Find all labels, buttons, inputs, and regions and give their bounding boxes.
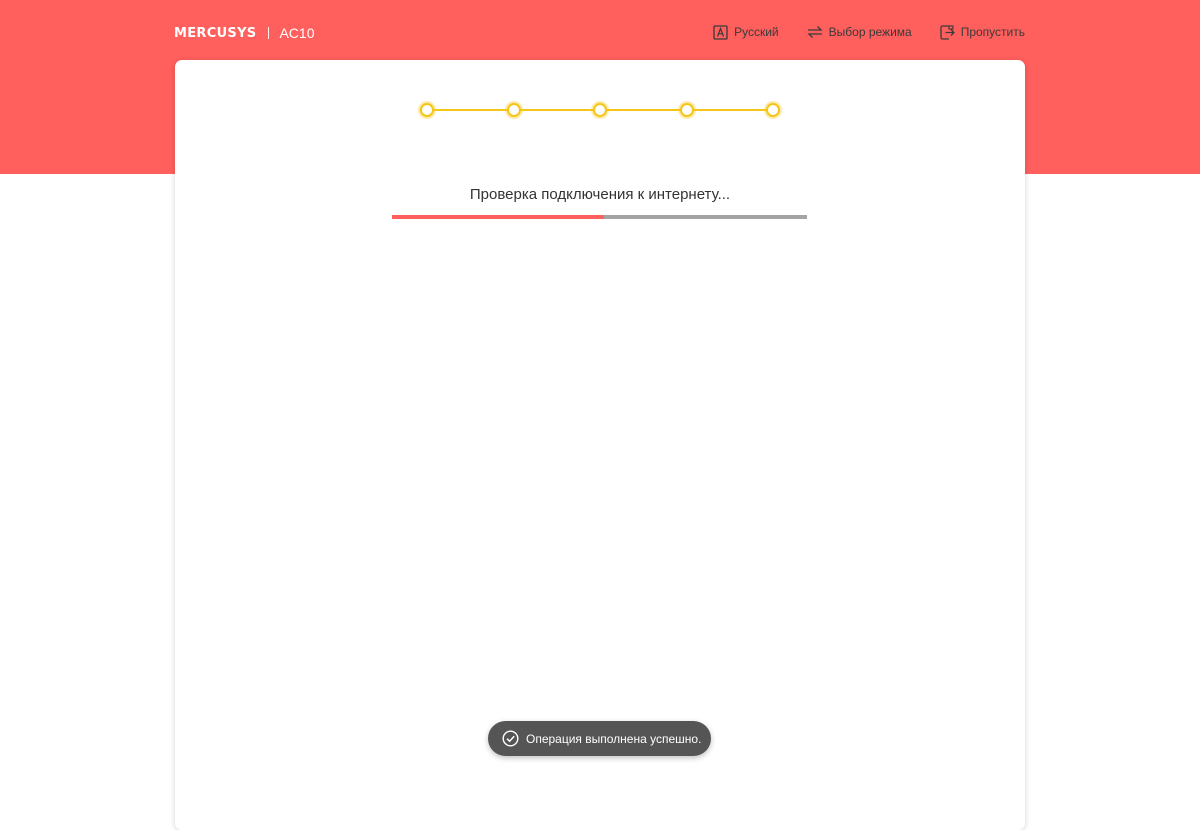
progress-bar-fill (392, 215, 604, 219)
toast-message: Операция выполнена успешно. (526, 731, 702, 746)
top-navigation: Русский Выбор режима Пропустить (713, 22, 1025, 42)
wizard-step-indicator (420, 102, 780, 118)
skip-exit-icon (940, 24, 955, 40)
language-label: Русский (734, 25, 779, 39)
mercusys-logo: MERCUSYS (174, 25, 257, 41)
step-dot-5 (766, 103, 780, 117)
model-name: AC10 (279, 25, 315, 41)
language-selector[interactable]: Русский (713, 24, 779, 40)
mode-switch-icon (807, 25, 823, 39)
brand: MERCUSYS AC10 (174, 22, 315, 44)
step-dot-1 (420, 103, 434, 117)
success-toast: Операция выполнена успешно. (488, 721, 711, 756)
language-icon (713, 24, 728, 40)
connection-status-text: Проверка подключения к интернету... (469, 186, 731, 203)
skip-button[interactable]: Пропустить (940, 24, 1025, 40)
step-dot-2 (506, 103, 521, 117)
mode-select-label: Выбор режима (828, 25, 912, 39)
check-circle-icon (502, 730, 519, 747)
brand-divider (268, 27, 270, 39)
mode-select-button[interactable]: Выбор режима (807, 25, 912, 39)
progress-bar (392, 215, 807, 219)
skip-label: Пропустить (960, 25, 1025, 39)
wizard-card (175, 60, 1025, 830)
step-dot-3 (593, 103, 607, 117)
step-dot-4 (679, 103, 694, 117)
